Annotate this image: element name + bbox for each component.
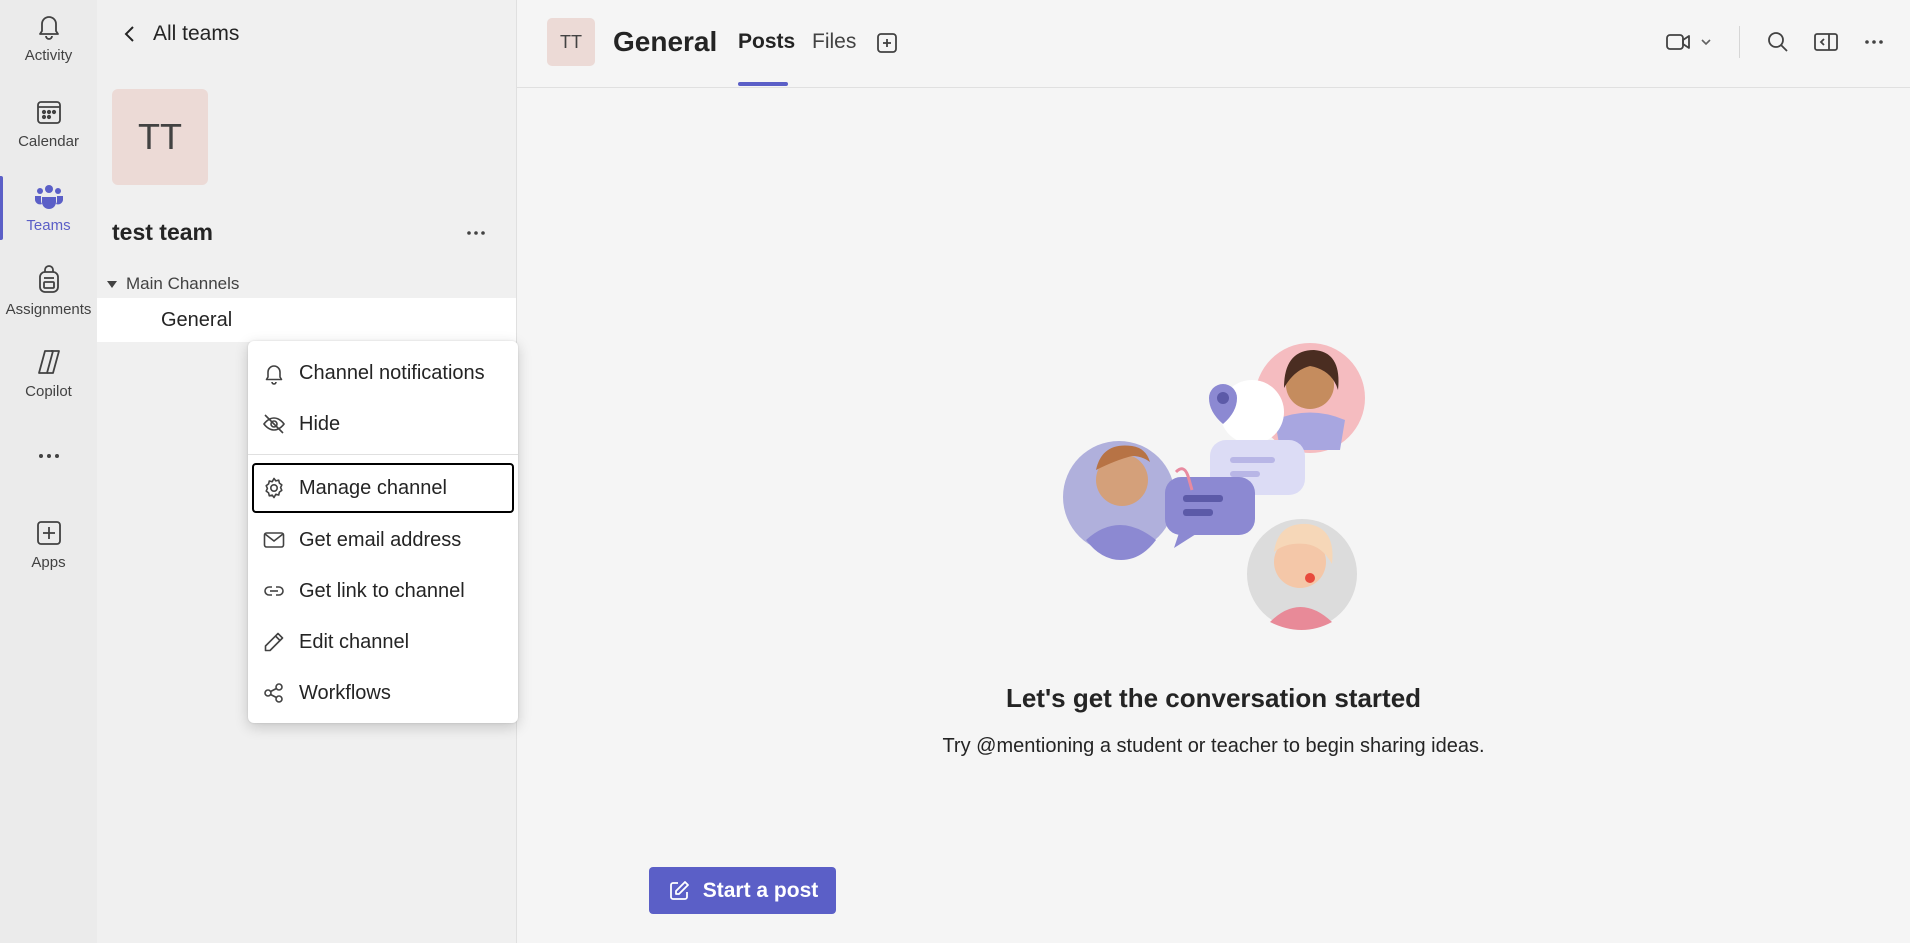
empty-state-title: Let's get the conversation started [1005,683,1422,713]
meet-dropdown-button[interactable] [1665,28,1713,56]
team-avatar: TT [112,89,208,185]
teams-app: Activity Calendar Teams Assignments Copi… [0,0,1910,943]
panel-toggle-icon [1814,33,1838,51]
menu-item-edit-channel[interactable]: Edit channel [252,617,514,667]
more-icon [467,231,485,235]
main-channels-section-toggle[interactable]: Main Channels [107,274,239,294]
menu-item-workflows[interactable]: Workflows [252,668,514,718]
back-label: All teams [153,22,240,45]
menu-item-label: Hide [299,412,341,435]
rail-label: Calendar [18,133,79,150]
menu-item-hide[interactable]: Hide [252,399,514,449]
channel-title: General [613,26,718,57]
team-name: test team [112,219,213,245]
gear-icon [265,477,283,499]
more-icon [38,454,59,458]
rail-item-assignments[interactable]: Assignments [0,254,97,334]
backpack-icon [38,265,59,293]
menu-item-label: Edit channel [299,630,410,653]
bell-icon [38,16,59,40]
rail-label: Assignments [5,301,92,318]
section-label: Main Channels [126,274,240,293]
channel-header: TT General Posts Files [517,0,1910,88]
team-more-options-button[interactable] [461,220,491,246]
menu-item-get-email-address[interactable]: Get email address [252,515,514,565]
menu-item-label: Workflows [299,681,391,704]
rail-item-activity[interactable]: Activity [0,0,97,80]
bell-icon [265,365,283,385]
menu-divider [248,454,518,455]
rail-item-calendar[interactable]: Calendar [0,86,97,166]
mail-icon [263,532,285,548]
chevron-down-icon [1701,39,1711,46]
copilot-icon [37,350,60,374]
rail-label: Copilot [25,383,72,400]
active-tab-indicator [738,82,788,86]
eye-off-icon [263,414,285,434]
menu-item-channel-notifications[interactable]: Channel notifications [252,348,514,398]
search-icon [1768,32,1788,52]
video-camera-icon [1666,34,1690,50]
menu-item-get-link[interactable]: Get link to channel [252,566,514,616]
link-icon [264,586,284,596]
compose-icon [669,880,689,900]
teams-icon [34,185,63,209]
menu-item-label: Channel notifications [299,361,485,384]
menu-item-manage-channel[interactable]: Manage channel [252,463,514,513]
add-tab-icon[interactable] [875,31,899,55]
start-post-label: Start a post [702,878,819,902]
pencil-icon [264,632,284,652]
rail-more-button[interactable] [0,430,97,480]
calendar-icon [36,101,61,124]
add-app-icon [36,521,61,545]
start-post-button[interactable]: Start a post [649,867,836,914]
open-panel-button[interactable] [1812,28,1840,56]
more-icon [1865,40,1883,44]
channel-avatar: TT [547,18,595,66]
channel-item-general[interactable]: General [97,298,516,342]
workflows-icon [264,683,283,703]
header-divider [1739,26,1740,58]
all-teams-back-button[interactable]: All teams [119,22,239,46]
rail-item-copilot[interactable]: Copilot [0,336,97,416]
more-options-button[interactable] [1860,28,1888,56]
menu-item-label: Manage channel [299,476,447,499]
chevron-left-icon [124,26,134,42]
tab-posts[interactable]: Posts [738,30,795,54]
channel-context-menu: Channel notifications Hide Manage channe… [248,341,518,723]
rail-label: Apps [31,554,66,571]
empty-state-subtitle: Try @mentioning a student or teacher to … [942,735,1485,757]
caret-down-icon [107,280,117,288]
tab-files[interactable]: Files [812,30,856,54]
rail-item-teams[interactable]: Teams [0,170,97,250]
search-button[interactable] [1764,28,1792,56]
app-rail: Activity Calendar Teams Assignments Copi… [0,0,97,943]
menu-item-label: Get email address [299,528,462,551]
rail-label: Teams [26,217,71,234]
conversation-illustration [1063,343,1365,630]
rail-label: Activity [24,47,73,64]
rail-item-apps[interactable]: Apps [0,507,97,587]
menu-item-label: Get link to channel [299,579,465,602]
